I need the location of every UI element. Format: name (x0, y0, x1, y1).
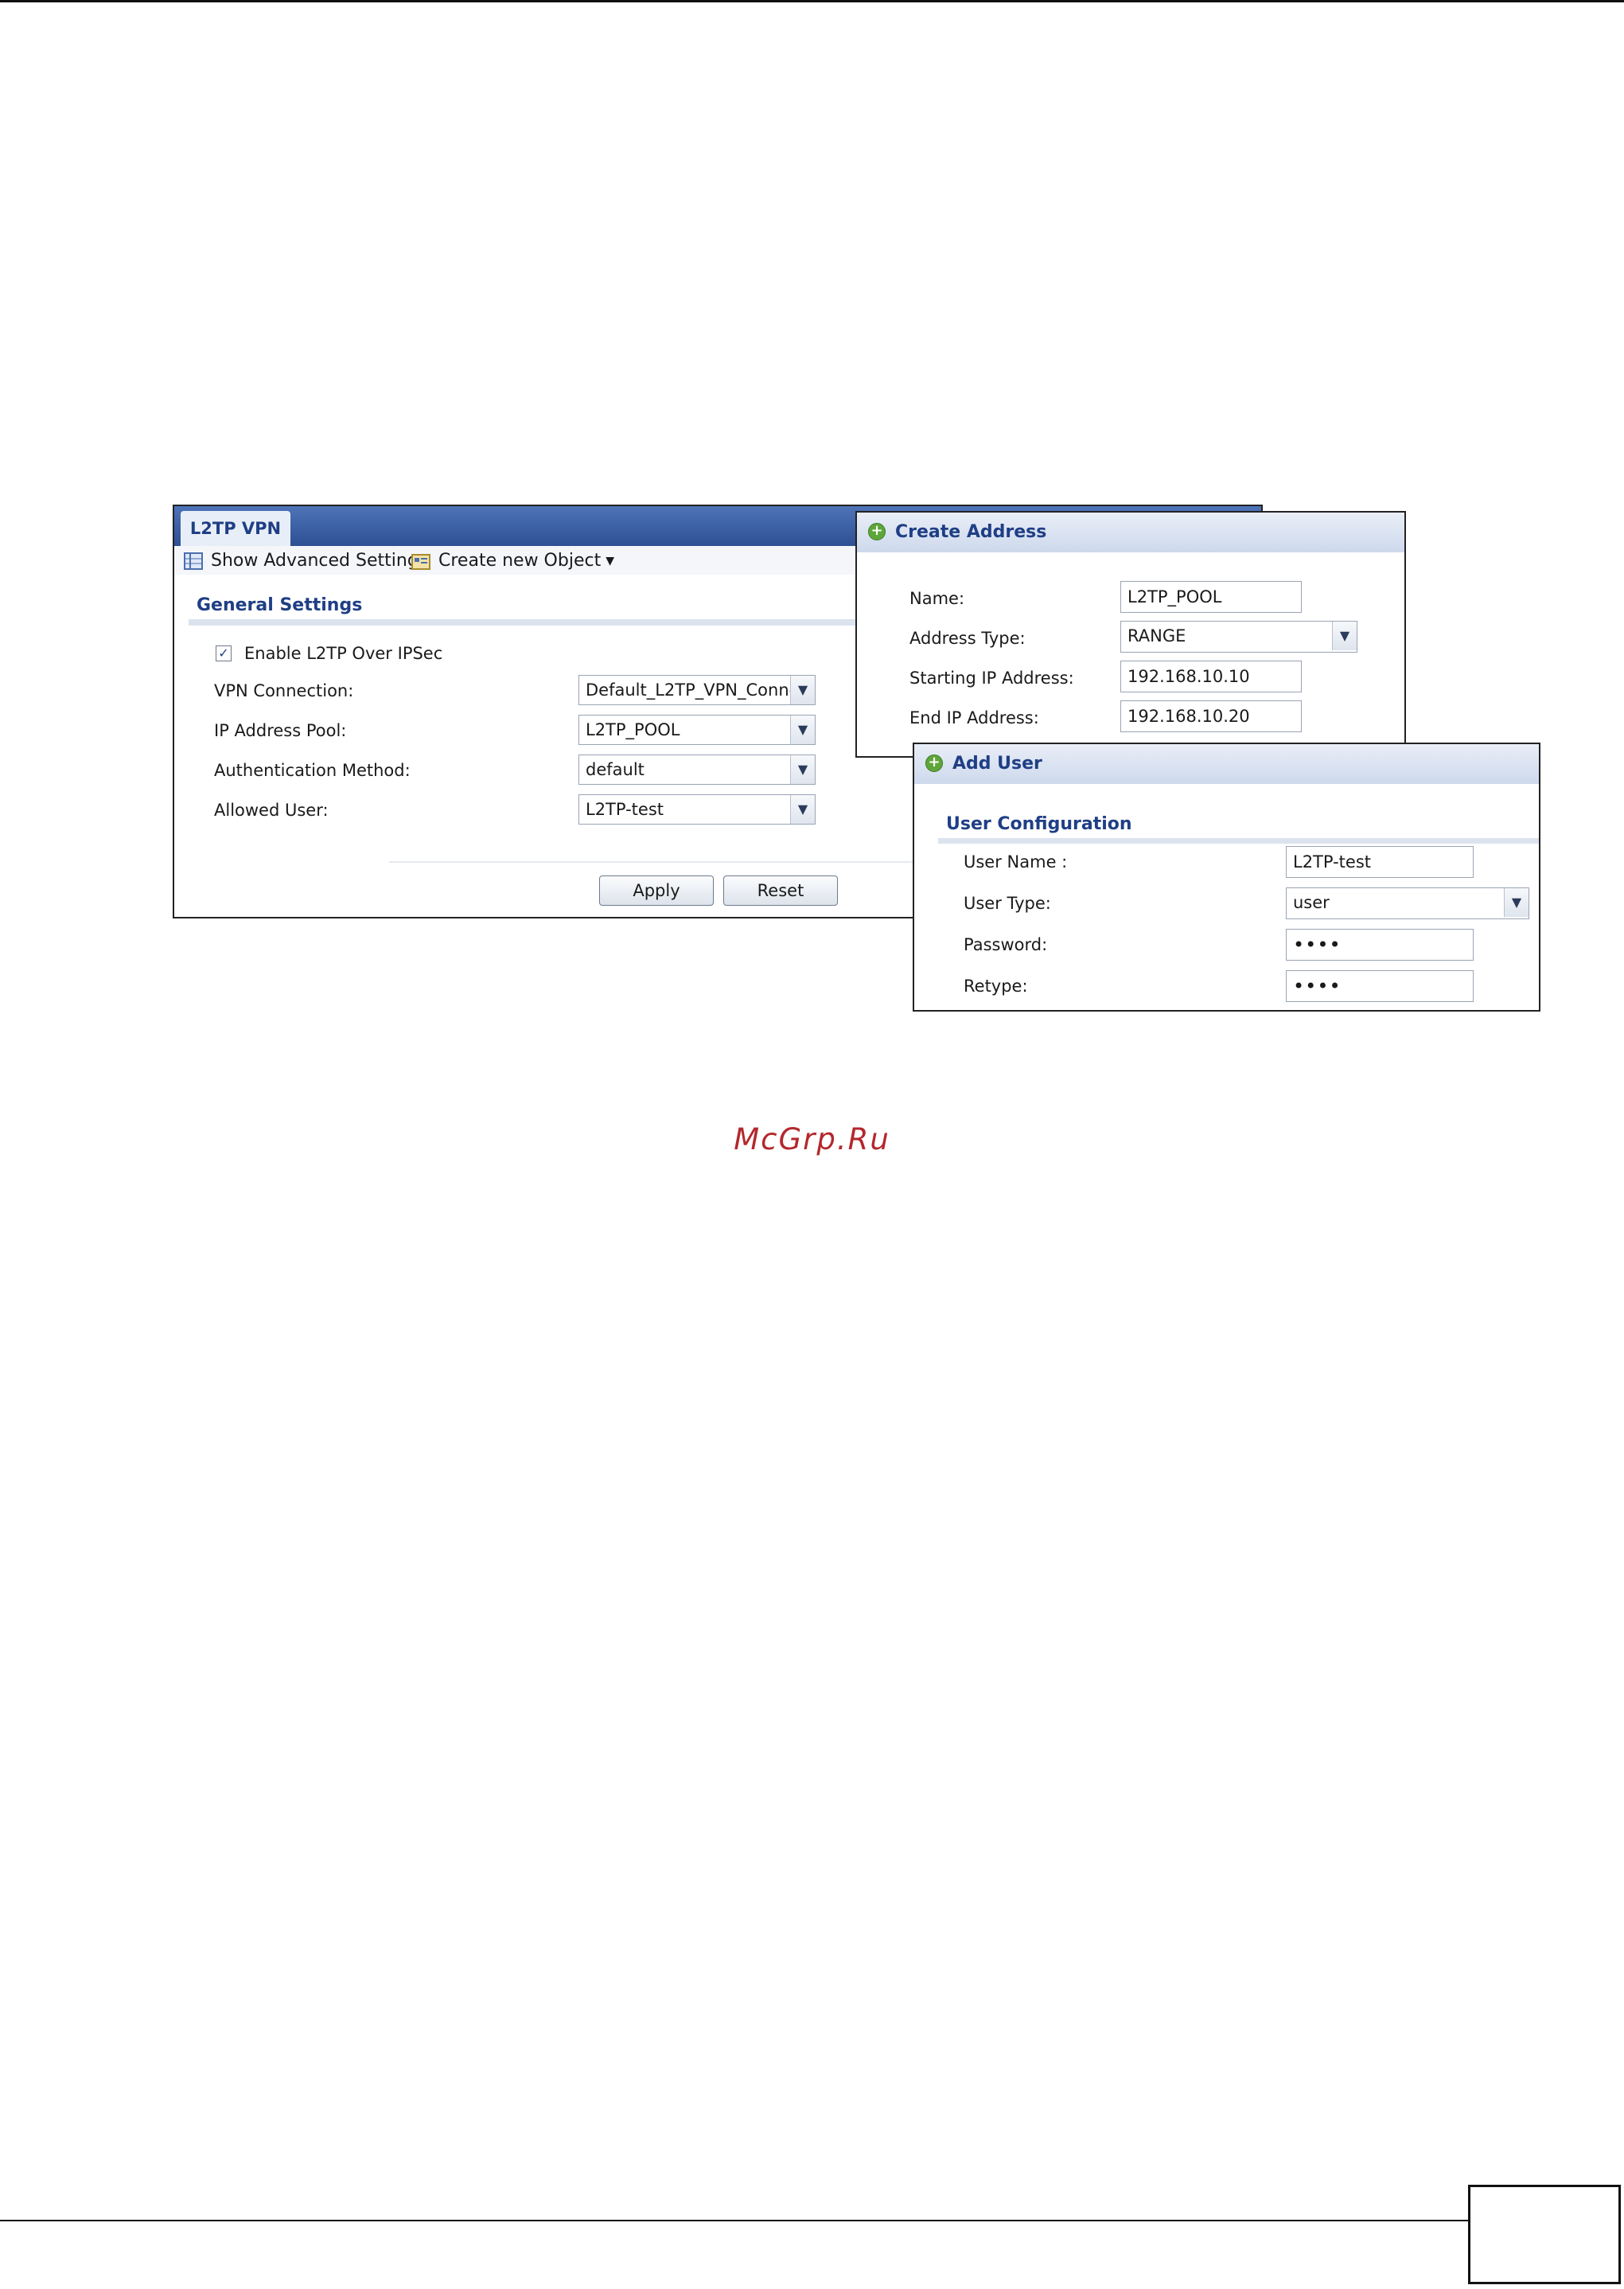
bottom-rule (0, 2220, 1468, 2221)
create-address-title: Create Address (895, 522, 1047, 542)
address-type-label: Address Type: (909, 629, 1026, 648)
object-icon (411, 552, 430, 570)
allowed-user-label: Allowed User: (214, 801, 329, 820)
section-divider (938, 838, 1539, 844)
show-advanced-settings-label: Show Advanced Settings (211, 551, 428, 571)
chevron-down-icon: ▼ (1332, 622, 1357, 650)
chevron-down-icon: ▼ (790, 795, 815, 824)
add-user-header: + Add User (914, 744, 1539, 784)
end-ip-input[interactable]: 192.168.10.20 (1120, 700, 1302, 732)
general-settings-heading: General Settings (197, 595, 363, 615)
ip-address-pool-select[interactable]: L2TP_POOL ▼ (578, 715, 816, 745)
add-user-dialog: + Add User User Configuration User Name … (913, 743, 1540, 1012)
retype-label: Retype: (964, 977, 1028, 996)
chevron-down-icon: ▼ (1504, 888, 1529, 917)
starting-ip-label: Starting IP Address: (909, 669, 1074, 688)
apply-button[interactable]: Apply (599, 875, 714, 906)
enable-l2tp-checkbox[interactable]: ✓ (216, 645, 232, 661)
vpn-connection-value: Default_L2TP_VPN_Connec (586, 680, 809, 700)
create-new-object-label: Create new Object (438, 551, 602, 571)
show-advanced-settings-link[interactable]: Show Advanced Settings (184, 551, 427, 571)
allowed-user-select[interactable]: L2TP-test ▼ (578, 794, 816, 825)
user-name-input[interactable]: L2TP-test (1286, 846, 1474, 878)
plus-circle-icon: + (925, 755, 943, 772)
table-icon (184, 552, 203, 570)
enable-l2tp-label: Enable L2TP Over IPSec (244, 644, 443, 663)
create-address-header: + Create Address (857, 513, 1404, 552)
user-type-select[interactable]: user ▼ (1286, 887, 1529, 919)
authentication-method-label: Authentication Method: (214, 761, 411, 780)
ip-address-pool-value: L2TP_POOL (586, 720, 680, 739)
chevron-down-icon: ▼ (790, 755, 815, 784)
retype-input[interactable]: •••• (1286, 970, 1474, 1002)
authentication-method-select[interactable]: default ▼ (578, 755, 816, 785)
vpn-connection-select[interactable]: Default_L2TP_VPN_Connec ▼ (578, 675, 816, 705)
chevron-down-icon: ▼ (790, 716, 815, 744)
allowed-user-value: L2TP-test (586, 800, 664, 819)
page-number-box (1468, 2185, 1621, 2284)
end-ip-label: End IP Address: (909, 708, 1039, 727)
starting-ip-input[interactable]: 192.168.10.10 (1120, 661, 1302, 692)
user-configuration-heading: User Configuration (946, 814, 1132, 834)
watermark: McGrp.Ru (734, 1122, 890, 1156)
reset-button[interactable]: Reset (723, 875, 838, 906)
plus-circle-icon: + (868, 523, 886, 540)
user-name-label: User Name : (964, 852, 1068, 872)
vpn-connection-label: VPN Connection: (214, 681, 354, 700)
user-type-label: User Type: (964, 894, 1051, 913)
create-new-object-menu[interactable]: Create new Object ▼ (411, 551, 614, 571)
name-label: Name: (909, 589, 965, 608)
create-address-dialog: + Create Address Name: L2TP_POOL Address… (855, 511, 1406, 758)
user-type-value: user (1293, 893, 1330, 912)
name-input[interactable]: L2TP_POOL (1120, 581, 1302, 613)
address-type-select[interactable]: RANGE ▼ (1120, 621, 1357, 653)
chevron-down-icon: ▼ (790, 676, 815, 704)
tab-l2tp-vpn[interactable]: L2TP VPN (181, 511, 290, 546)
ip-address-pool-label: IP Address Pool: (214, 721, 347, 740)
address-type-value: RANGE (1127, 626, 1186, 645)
caret-down-icon: ▼ (606, 555, 614, 567)
add-user-title: Add User (952, 754, 1042, 774)
authentication-method-value: default (586, 760, 645, 779)
password-input[interactable]: •••• (1286, 929, 1474, 961)
password-label: Password: (964, 935, 1048, 954)
